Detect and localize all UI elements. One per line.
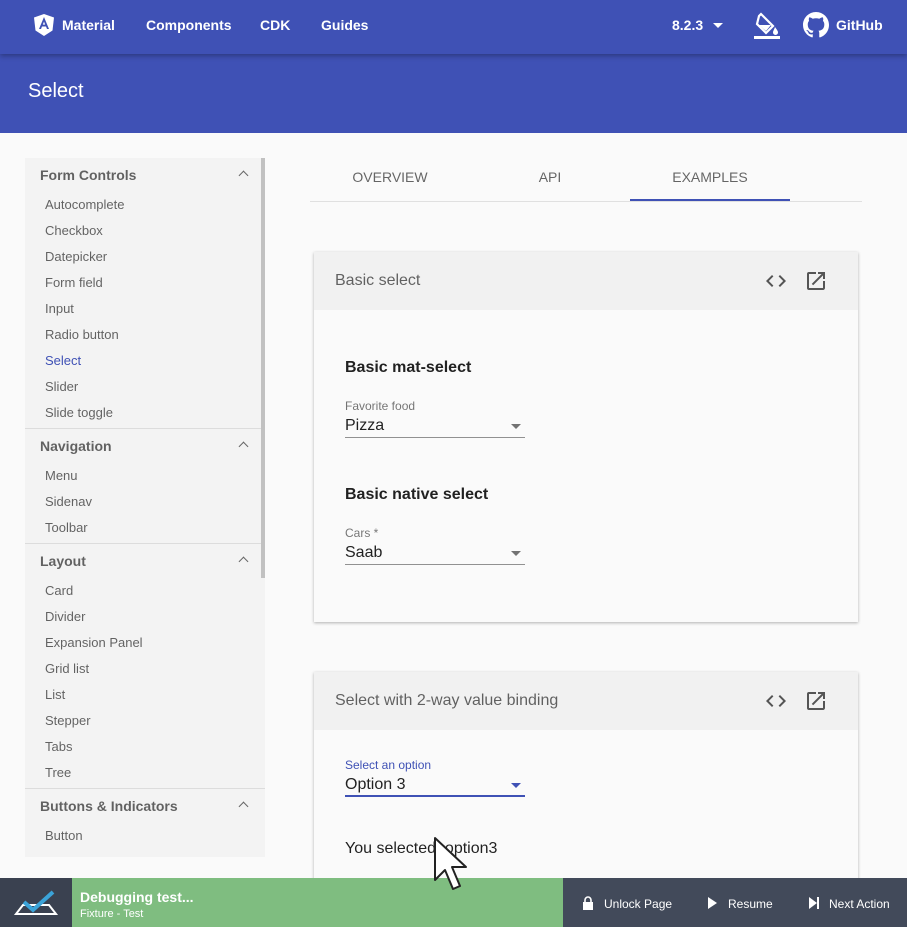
sidebar-item-datepicker[interactable]: Datepicker bbox=[25, 244, 265, 270]
theme-picker-icon[interactable] bbox=[753, 12, 781, 40]
sidebar-item-radio-button[interactable]: Radio button bbox=[25, 322, 265, 348]
sidebar-section-title: Navigation bbox=[40, 438, 112, 454]
favorite-food-select[interactable]: Favorite food Pizza bbox=[345, 399, 525, 438]
sidebar-item-toolbar[interactable]: Toolbar bbox=[25, 515, 265, 541]
dropdown-arrow-icon bbox=[511, 783, 521, 788]
sidebar-section-navigation: Navigation Menu Sidenav Toolbar bbox=[25, 429, 265, 544]
selected-value-text: You selected: option3 bbox=[345, 840, 498, 857]
sidebar-section-form-controls: Form Controls Autocomplete Checkbox Date… bbox=[25, 158, 265, 429]
sidebar-item-select[interactable]: Select bbox=[25, 348, 265, 374]
debug-fixture-text: Fixture - Test bbox=[80, 908, 144, 920]
sidebar-section-title: Buttons & Indicators bbox=[40, 798, 178, 814]
sidebar-item-form-field[interactable]: Form field bbox=[25, 270, 265, 296]
sidebar-item-slider[interactable]: Slider bbox=[25, 374, 265, 400]
mouse-cursor-icon bbox=[434, 837, 467, 890]
sidebar-section-title: Layout bbox=[40, 553, 86, 569]
field-label: Cars * bbox=[345, 526, 379, 540]
next-action-button[interactable]: Next Action bbox=[807, 878, 890, 927]
sidebar-item-tree[interactable]: Tree bbox=[25, 760, 265, 786]
select-value: Saab bbox=[345, 544, 383, 561]
chevron-up-icon bbox=[238, 801, 249, 812]
select-trigger[interactable]: Pizza bbox=[345, 414, 525, 438]
page-title: Select bbox=[28, 80, 84, 102]
sidebar-section-title: Form Controls bbox=[40, 167, 137, 183]
dropdown-arrow-icon bbox=[511, 551, 521, 556]
sidebar-item-expansion-panel[interactable]: Expansion Panel bbox=[25, 630, 265, 656]
resume-button[interactable]: Resume bbox=[706, 878, 773, 927]
example-card-header: Select with 2-way value binding bbox=[314, 672, 858, 730]
example-card-basic-select: Basic select Basic mat-select Favorite f… bbox=[314, 252, 858, 622]
chevron-down-icon bbox=[713, 23, 723, 28]
play-icon bbox=[708, 897, 717, 909]
skip-next-icon bbox=[809, 897, 819, 909]
nav-material[interactable]: Material bbox=[62, 0, 115, 50]
select-trigger[interactable]: Saab bbox=[345, 541, 525, 565]
sidebar-item-sidenav[interactable]: Sidenav bbox=[25, 489, 265, 515]
debug-status-bar: Debugging test... Fixture - Test bbox=[72, 878, 563, 927]
sidebar-scrollbar[interactable] bbox=[261, 158, 265, 578]
chevron-up-icon bbox=[238, 170, 249, 181]
select-value: Option 3 bbox=[345, 776, 406, 793]
sidebar-item-card[interactable]: Card bbox=[25, 578, 265, 604]
open-in-new-icon[interactable] bbox=[804, 689, 828, 713]
example-card-title: Select with 2-way value binding bbox=[335, 692, 559, 709]
example-card-title: Basic select bbox=[335, 272, 421, 289]
tab-overview[interactable]: OVERVIEW bbox=[310, 158, 470, 201]
tab-api[interactable]: API bbox=[470, 158, 630, 201]
select-value: Pizza bbox=[345, 417, 385, 434]
chevron-up-icon bbox=[238, 441, 249, 452]
unlock-page-label: Unlock Page bbox=[604, 897, 673, 911]
sidebar-item-input[interactable]: Input bbox=[25, 296, 265, 322]
sidebar-section-layout: Layout Card Divider Expansion Panel Grid… bbox=[25, 544, 265, 789]
open-in-new-icon[interactable] bbox=[804, 269, 828, 293]
nav-guides[interactable]: Guides bbox=[321, 0, 368, 50]
top-toolbar: Material Components CDK Guides 8.2.3 Git… bbox=[0, 0, 907, 54]
doc-tabs: OVERVIEW API EXAMPLES bbox=[310, 158, 862, 202]
field-label: Select an option bbox=[345, 758, 432, 772]
cars-native-select[interactable]: Cars * Saab bbox=[345, 526, 525, 565]
nav-components[interactable]: Components bbox=[146, 0, 232, 50]
sidebar-section-header[interactable]: Layout bbox=[25, 544, 265, 578]
sidebar-item-checkbox[interactable]: Checkbox bbox=[25, 218, 265, 244]
unlock-page-button[interactable]: Unlock Page bbox=[582, 878, 672, 927]
testcafe-logo bbox=[0, 878, 72, 927]
nav-github[interactable]: GitHub bbox=[836, 0, 883, 50]
code-icon[interactable] bbox=[764, 689, 788, 713]
testcafe-logo-icon bbox=[13, 890, 59, 915]
option-select[interactable]: Select an option Option 3 bbox=[345, 758, 525, 797]
sidebar-item-stepper[interactable]: Stepper bbox=[25, 708, 265, 734]
page-header: Select bbox=[0, 54, 907, 133]
chevron-up-icon bbox=[238, 556, 249, 567]
sidebar-item-menu[interactable]: Menu bbox=[25, 463, 265, 489]
sidebar-item-autocomplete[interactable]: Autocomplete bbox=[25, 192, 265, 218]
select-trigger[interactable]: Option 3 bbox=[345, 773, 525, 797]
sidebar-section-header[interactable]: Navigation bbox=[25, 429, 265, 463]
sidebar: Form Controls Autocomplete Checkbox Date… bbox=[25, 158, 265, 857]
version-selector[interactable]: 8.2.3 bbox=[672, 0, 703, 50]
nav-cdk[interactable]: CDK bbox=[260, 0, 290, 50]
debug-status-text: Debugging test... bbox=[80, 889, 194, 905]
lock-icon bbox=[583, 896, 593, 910]
angular-logo-icon[interactable] bbox=[34, 14, 54, 36]
example-heading: Basic native select bbox=[345, 486, 489, 503]
code-icon[interactable] bbox=[764, 269, 788, 293]
sidebar-section-header[interactable]: Form Controls bbox=[25, 158, 265, 192]
sidebar-item-list[interactable]: List bbox=[25, 682, 265, 708]
sidebar-item-grid-list[interactable]: Grid list bbox=[25, 656, 265, 682]
sidebar-section-buttons-indicators: Buttons & Indicators Button bbox=[25, 789, 265, 851]
sidebar-section-header[interactable]: Buttons & Indicators bbox=[25, 789, 265, 823]
tab-examples[interactable]: EXAMPLES bbox=[630, 158, 790, 201]
example-card-header: Basic select bbox=[314, 252, 858, 310]
sidebar-item-slide-toggle[interactable]: Slide toggle bbox=[25, 400, 265, 426]
example-heading: Basic mat-select bbox=[345, 359, 472, 376]
github-icon[interactable] bbox=[803, 12, 829, 38]
dropdown-arrow-icon bbox=[511, 424, 521, 429]
field-label: Favorite food bbox=[345, 399, 416, 413]
example-card-two-way-binding: Select with 2-way value binding Select a… bbox=[314, 672, 858, 908]
sidebar-item-button[interactable]: Button bbox=[25, 823, 265, 849]
sidebar-item-tabs[interactable]: Tabs bbox=[25, 734, 265, 760]
sidebar-item-divider[interactable]: Divider bbox=[25, 604, 265, 630]
